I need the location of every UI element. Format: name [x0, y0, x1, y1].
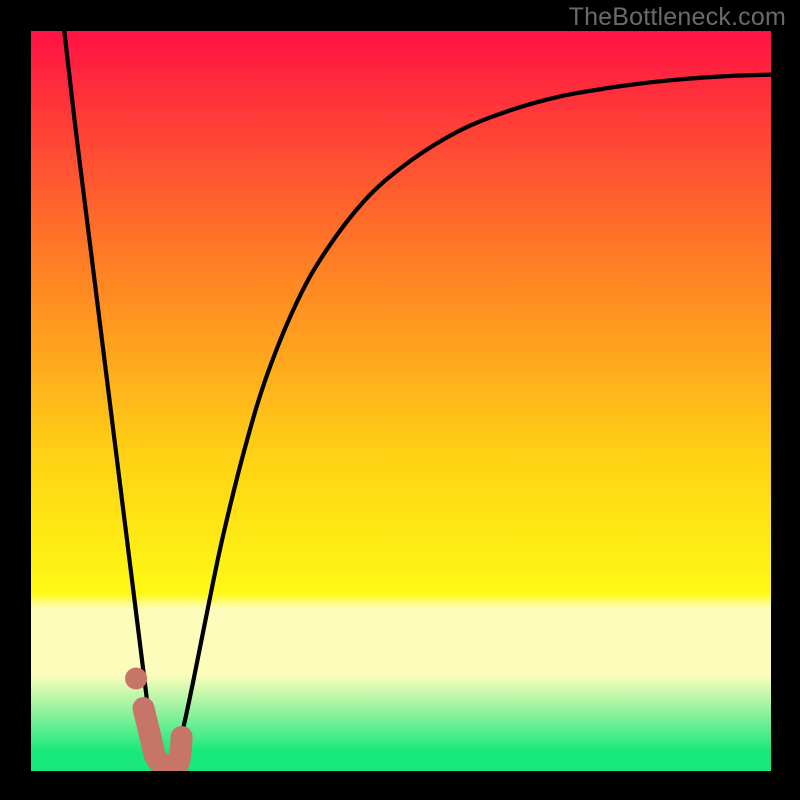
marker-dot-icon [125, 668, 147, 690]
chart-container: TheBottleneck.com [0, 0, 800, 800]
watermark-label: TheBottleneck.com [569, 3, 786, 32]
bottleneck-chart [0, 0, 800, 800]
